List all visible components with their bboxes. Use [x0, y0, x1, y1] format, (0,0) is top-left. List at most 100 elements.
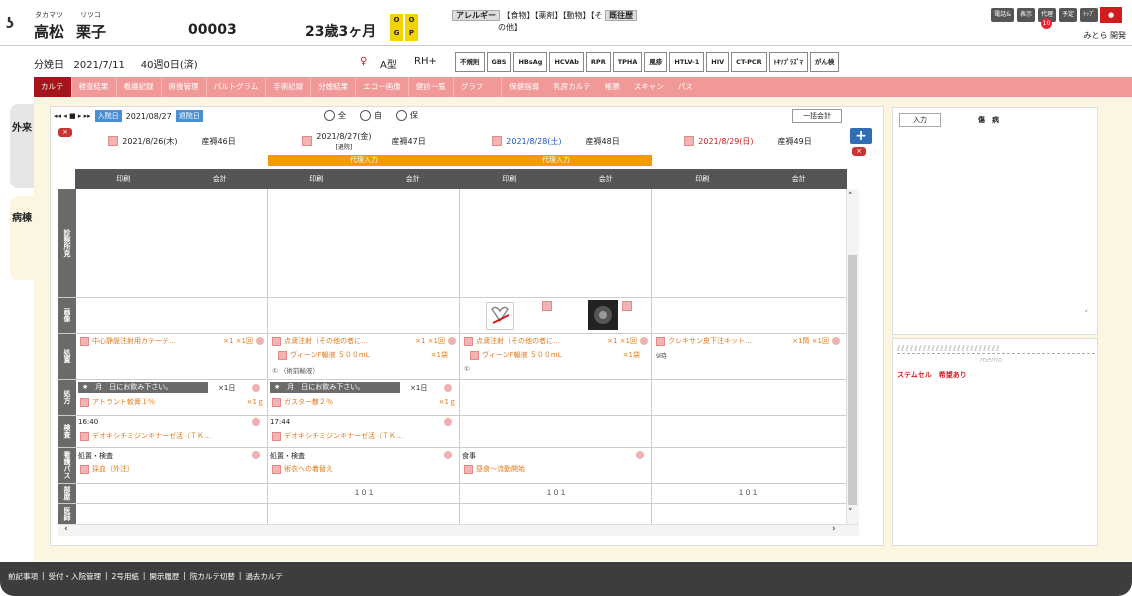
close-right-icon[interactable]: × — [852, 147, 866, 156]
nursing-item-1[interactable]: 採血（外注） — [80, 464, 134, 474]
test-irregular[interactable]: 不規則 — [455, 52, 485, 72]
print-button-1[interactable]: 印刷 — [75, 169, 172, 189]
footer-disclosure-history[interactable]: 開示履歴 — [149, 571, 179, 587]
side-tab-ward[interactable]: 病棟 — [10, 196, 34, 280]
bulk-account-button[interactable]: 一括会計 — [792, 109, 842, 123]
tab-test-results[interactable]: 検査結果 — [72, 77, 117, 97]
test-gbs[interactable]: GBS — [486, 52, 512, 72]
account-button-2[interactable]: 会計 — [365, 169, 462, 189]
treatment-item-4[interactable]: クレキサン皮下注キット… ×1筒 ×1回 — [656, 336, 840, 346]
tab-karte[interactable]: カルテ — [34, 77, 72, 97]
nav-arrows-icon[interactable]: ◂◂ ◂ ■ ▸ ▸▸ — [54, 112, 91, 120]
test-hcvab[interactable]: HCVAb — [549, 52, 584, 72]
history-tag[interactable]: 既往歴 — [605, 10, 638, 21]
day-checkbox-1[interactable] — [108, 136, 119, 146]
test-rubella[interactable]: 風疹 — [644, 52, 668, 72]
test-rpr[interactable]: RPR — [585, 52, 611, 72]
vertical-scroll-thumb[interactable] — [848, 255, 857, 505]
close-left-icon[interactable]: × — [58, 128, 72, 137]
image-checkbox-2[interactable] — [622, 301, 632, 311]
memo-text[interactable]: ステムセル 希望あり — [897, 370, 967, 380]
logout-icon[interactable]: ● — [1100, 7, 1122, 23]
prescription-item-1[interactable]: アトラント軟膏１％ ×1ｇ — [80, 397, 264, 407]
proxy-button[interactable]: 代理 10 — [1037, 8, 1056, 29]
radio-self[interactable]: 自 — [360, 110, 382, 121]
treatment-item-3[interactable]: 点滴注射（その他の者に… ×1 ×1回 — [464, 336, 648, 346]
test-cancer[interactable]: がん検 — [809, 52, 840, 72]
ultrasound-thumbnail-icon[interactable] — [588, 300, 618, 330]
exam-item-1[interactable]: デオキシチミジンキナーゼ活（ＴＫ… — [80, 431, 264, 441]
nursing-item-3[interactable]: 昼食～流動開始 — [464, 464, 525, 474]
nursing-dot-icon-3[interactable] — [636, 451, 644, 459]
tab-scan[interactable]: スキャン — [627, 77, 671, 97]
tab-nursing-record[interactable]: 看護記録 — [117, 77, 162, 97]
treatment-item-3b[interactable]: ヴィーンF輸液 ５００mL ×1袋 — [470, 350, 640, 360]
prescription-dot-icon-1[interactable] — [252, 384, 260, 392]
allergy-box[interactable]: アレルギー 【食物】【薬剤】【動物】【そ 既往歴 の他】 — [452, 10, 672, 34]
test-toxoplasma[interactable]: ﾄｷｿﾌﾟﾗｽﾞﾏ — [768, 52, 808, 72]
tab-postop[interactable]: 術後管理 — [162, 77, 207, 97]
account-button-4[interactable]: 会計 — [751, 169, 848, 189]
radio-insurance[interactable]: 保 — [396, 110, 418, 121]
day-checkbox-3[interactable] — [492, 136, 503, 146]
tab-graph[interactable]: グラフ — [454, 77, 503, 97]
tab-checkup-list[interactable]: 健診一覧 — [409, 77, 454, 97]
top-button[interactable]: ﾄｯﾌﾟ — [1079, 8, 1098, 22]
tab-delivery-result[interactable]: 分娩結果 — [311, 77, 357, 97]
tab-partogram[interactable]: パルトグラム — [207, 77, 267, 97]
tab-health-guidance[interactable]: 保健指導 — [502, 77, 546, 97]
prescription-bar-1[interactable]: ★ 月 日にお飲み下さい。 — [78, 382, 208, 393]
test-hbsag[interactable]: HBsAg — [513, 52, 548, 72]
test-ctpcr[interactable]: CT-PCR — [731, 52, 767, 72]
footer-notes[interactable]: 前記事項 — [8, 571, 38, 587]
treatment-item-2b[interactable]: ヴィーンF輸液 ５００mL ×1袋 — [278, 350, 448, 360]
scroll-right-icon[interactable]: › — [832, 524, 836, 534]
side-tab-outpatient[interactable]: 外来 — [10, 104, 34, 188]
horizontal-scrollbar[interactable] — [58, 524, 859, 536]
tab-echo-images[interactable]: エコー画像 — [356, 77, 409, 97]
test-hiv[interactable]: HIV — [706, 52, 730, 72]
footer-past-karte[interactable]: 過去カルテ — [245, 571, 283, 587]
proxy-input-bar-3[interactable]: 代理入力 — [460, 155, 652, 166]
print-button-3[interactable]: 印刷 — [461, 169, 558, 189]
prescription-bar-2[interactable]: ★ 月 日にお飲み下さい。 — [270, 382, 400, 393]
print-button-4[interactable]: 印刷 — [654, 169, 751, 189]
exam-item-2[interactable]: デオキシチミジンキナーゼ活（ＴＫ… — [272, 431, 456, 441]
nursing-dot-icon-1[interactable] — [252, 451, 260, 459]
test-htlv1[interactable]: HTLV-1 — [669, 52, 705, 72]
footer-form2[interactable]: 2号用紙 — [112, 571, 139, 587]
nursing-item-2[interactable]: 術衣への着替え — [272, 464, 333, 474]
phone-button[interactable]: 電話& — [991, 8, 1014, 22]
tab-path[interactable]: パス — [671, 77, 700, 97]
day-checkbox-2[interactable] — [302, 136, 313, 146]
disease-scroll-down-icon[interactable]: ˅ — [1084, 310, 1089, 320]
treatment-item-1[interactable]: 中心静脈注射用カテーテ… ×1 ×1回 — [80, 336, 264, 346]
exam-dot-icon-2[interactable] — [444, 418, 452, 426]
footer-admission-mgmt[interactable]: 受付・入院管理 — [49, 571, 102, 587]
test-tpha[interactable]: TPHA — [612, 52, 643, 72]
nursing-dot-icon-2[interactable] — [444, 451, 452, 459]
document-thumbnail-icon[interactable] — [486, 302, 514, 330]
image-checkbox-1[interactable] — [542, 301, 552, 311]
add-column-button[interactable]: + — [850, 128, 872, 144]
schedule-button[interactable]: 予定 — [1058, 8, 1077, 22]
proxy-input-bar-2[interactable]: 代理入力 — [268, 155, 460, 166]
prescription-dot-icon-2[interactable] — [444, 384, 452, 392]
day-checkbox-4[interactable] — [684, 136, 695, 146]
radio-all[interactable]: 全 — [324, 110, 346, 121]
print-button-2[interactable]: 印刷 — [268, 169, 365, 189]
account-button-1[interactable]: 会計 — [172, 169, 269, 189]
scroll-up-icon[interactable]: ˄ — [848, 192, 853, 202]
tab-forms[interactable]: 帳票 — [598, 77, 627, 97]
display-button[interactable]: 表示 — [1016, 8, 1035, 22]
tab-breast-karte[interactable]: 乳房カルテ — [546, 77, 598, 97]
scroll-down-icon[interactable]: ˅ — [848, 508, 853, 518]
footer-karte-switch[interactable]: 院カルテ切替 — [190, 571, 235, 587]
account-button-3[interactable]: 会計 — [558, 169, 655, 189]
tab-surgery-record[interactable]: 手術記録 — [266, 77, 312, 97]
prescription-item-2[interactable]: ガスター散２％ ×1ｇ — [272, 397, 456, 407]
scroll-left-icon[interactable]: ‹ — [64, 524, 68, 534]
treatment-item-2[interactable]: 点滴注射（その他の者に… ×1 ×1回 — [272, 336, 456, 346]
disease-input-button[interactable]: 入力 — [899, 113, 941, 127]
exam-dot-icon-1[interactable] — [252, 418, 260, 426]
